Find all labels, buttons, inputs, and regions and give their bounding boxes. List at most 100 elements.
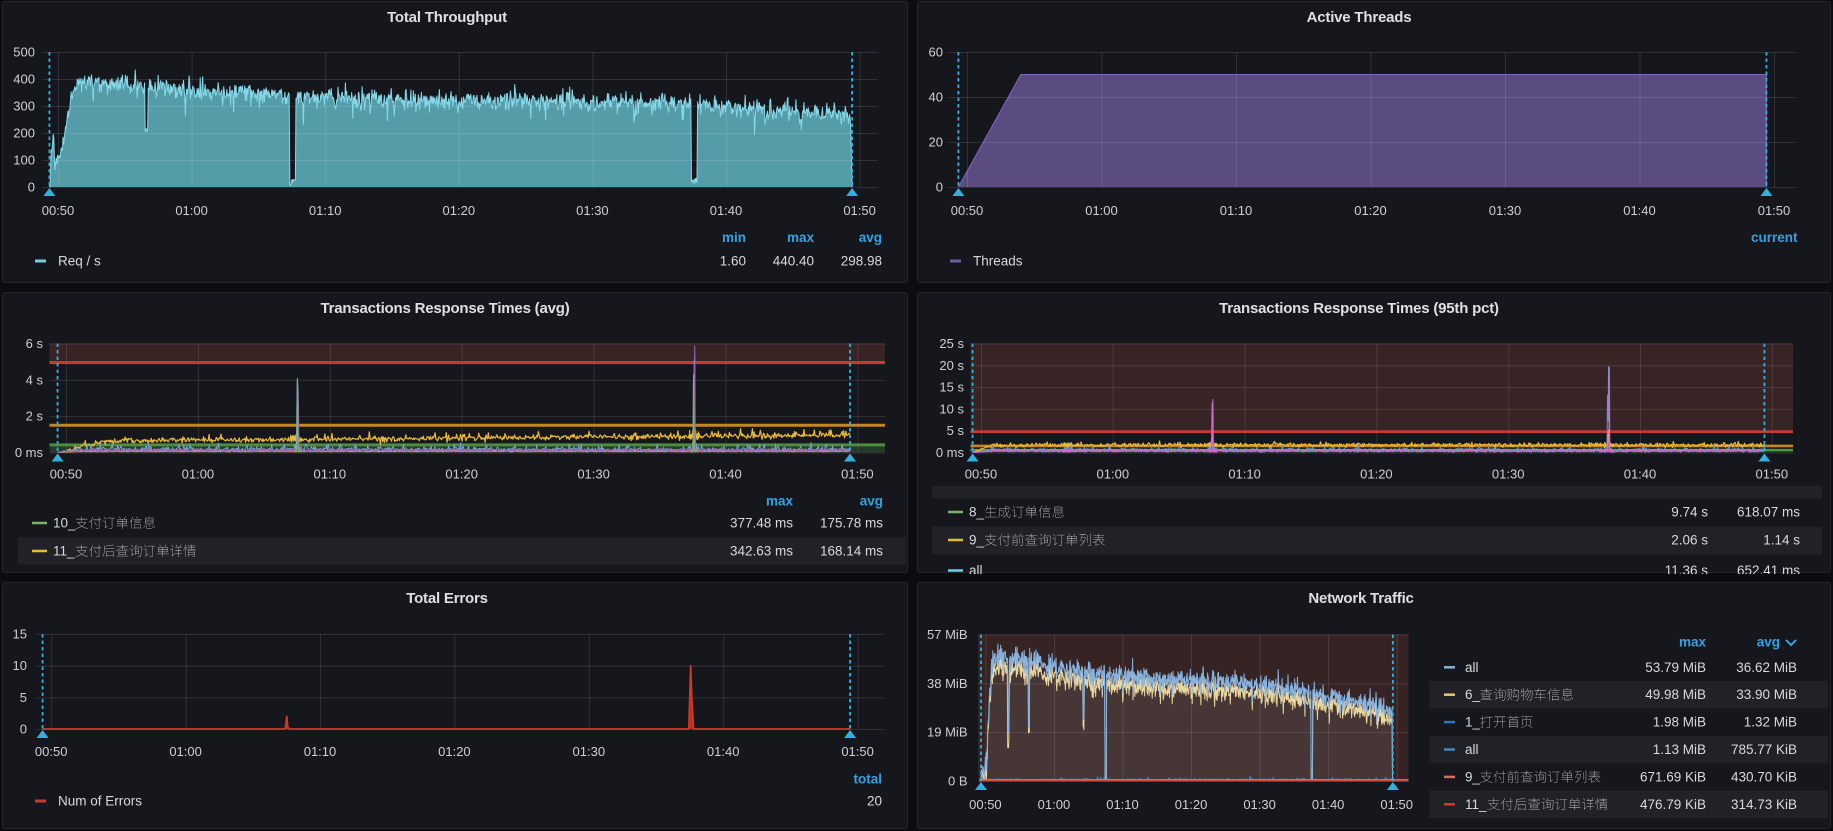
svg-text:00:50: 00:50	[969, 797, 1002, 812]
svg-text:53.79 MiB: 53.79 MiB	[1645, 660, 1706, 675]
svg-text:01:30: 01:30	[1492, 467, 1525, 482]
svg-text:440.40: 440.40	[773, 254, 814, 269]
svg-text:01:40: 01:40	[1624, 467, 1657, 482]
svg-text:6_: 6_	[1465, 687, 1481, 702]
svg-text:15 s: 15 s	[939, 380, 964, 395]
svg-text:1.60: 1.60	[720, 254, 746, 269]
svg-text:01:00: 01:00	[175, 203, 208, 218]
svg-text:max: max	[766, 494, 794, 509]
svg-text:10_: 10_	[53, 516, 76, 531]
svg-text:49.98 MiB: 49.98 MiB	[1645, 687, 1706, 702]
svg-text:01:10: 01:10	[304, 744, 337, 759]
svg-text:4 s: 4 s	[26, 372, 44, 387]
svg-text:00:50: 00:50	[951, 203, 984, 218]
svg-text:00:50: 00:50	[50, 467, 83, 482]
svg-text:00:50: 00:50	[42, 203, 75, 218]
svg-text:342.63 ms: 342.63 ms	[730, 544, 793, 559]
svg-text:01:20: 01:20	[1175, 797, 1208, 812]
svg-text:377.48 ms: 377.48 ms	[730, 516, 793, 531]
svg-text:all: all	[1465, 742, 1479, 757]
svg-text:1.32 MiB: 1.32 MiB	[1744, 715, 1797, 730]
svg-text:01:40: 01:40	[710, 203, 743, 218]
svg-text:all: all	[969, 563, 983, 574]
svg-text:01:50: 01:50	[1756, 467, 1789, 482]
svg-text:10 s: 10 s	[939, 401, 964, 416]
svg-text:01:30: 01:30	[573, 744, 606, 759]
svg-text:01:00: 01:00	[1038, 797, 1071, 812]
svg-text:785.77 KiB: 785.77 KiB	[1731, 742, 1797, 757]
svg-text:476.79 KiB: 476.79 KiB	[1640, 797, 1706, 812]
svg-text:0: 0	[20, 722, 27, 737]
svg-text:40: 40	[929, 90, 943, 105]
svg-text:01:00: 01:00	[169, 744, 202, 759]
svg-text:15: 15	[13, 627, 27, 642]
svg-text:Total Throughput: Total Throughput	[387, 9, 507, 26]
svg-text:max: max	[787, 230, 815, 245]
svg-text:Transactions Response Times (a: Transactions Response Times (avg)	[320, 300, 569, 317]
svg-text:01:50: 01:50	[843, 203, 876, 218]
svg-text:all: all	[1465, 660, 1479, 675]
svg-text:Threads: Threads	[973, 254, 1023, 269]
svg-text:0 ms: 0 ms	[15, 445, 44, 460]
svg-text:8_: 8_	[969, 505, 985, 520]
svg-text:current: current	[1751, 230, 1798, 245]
svg-text:0: 0	[936, 180, 943, 195]
svg-text:Num of Errors: Num of Errors	[58, 794, 142, 809]
svg-text:652.41 ms: 652.41 ms	[1737, 563, 1800, 574]
svg-text:01:30: 01:30	[577, 467, 610, 482]
svg-text:25 s: 25 s	[939, 336, 964, 351]
svg-text:01:00: 01:00	[1085, 203, 1118, 218]
svg-text:01:40: 01:40	[709, 467, 742, 482]
svg-text:01:40: 01:40	[707, 744, 740, 759]
svg-text:01:10: 01:10	[1220, 203, 1253, 218]
svg-text:19 MiB: 19 MiB	[927, 725, 967, 740]
svg-text:60: 60	[929, 45, 943, 60]
svg-text:01:50: 01:50	[1758, 203, 1791, 218]
svg-text:01:50: 01:50	[841, 467, 874, 482]
svg-text:38 MiB: 38 MiB	[927, 676, 967, 691]
svg-text:100: 100	[13, 153, 35, 168]
svg-text:20: 20	[929, 135, 943, 150]
svg-text:Transactions Response Times (9: Transactions Response Times (95th pct)	[1219, 300, 1499, 317]
svg-text:Network Traffic: Network Traffic	[1308, 590, 1413, 607]
svg-text:500: 500	[13, 45, 35, 60]
svg-text:avg: avg	[1757, 635, 1780, 650]
svg-text:01:30: 01:30	[1489, 203, 1522, 218]
svg-text:2.06 s: 2.06 s	[1671, 533, 1708, 548]
svg-text:2 s: 2 s	[26, 409, 44, 424]
svg-text:max: max	[1679, 635, 1707, 650]
svg-text:01:20: 01:20	[1360, 467, 1393, 482]
svg-text:1.14 s: 1.14 s	[1763, 533, 1800, 548]
svg-text:9_: 9_	[1465, 769, 1481, 784]
svg-text:11.36 s: 11.36 s	[1665, 563, 1709, 574]
svg-text:Active Threads: Active Threads	[1307, 9, 1412, 26]
svg-text:01:50: 01:50	[841, 744, 874, 759]
svg-text:1.13 MiB: 1.13 MiB	[1653, 742, 1706, 757]
svg-text:200: 200	[13, 126, 35, 141]
svg-text:Req / s: Req / s	[58, 254, 101, 269]
svg-text:01:20: 01:20	[445, 467, 478, 482]
svg-text:total: total	[854, 772, 883, 787]
svg-text:36.62 MiB: 36.62 MiB	[1736, 660, 1797, 675]
svg-text:01:30: 01:30	[576, 203, 609, 218]
svg-text:avg: avg	[859, 230, 882, 245]
svg-text:0 ms: 0 ms	[936, 445, 965, 460]
svg-text:Total Errors: Total Errors	[406, 590, 488, 607]
svg-text:01:00: 01:00	[182, 467, 215, 482]
svg-text:0 B: 0 B	[948, 774, 968, 789]
svg-text:5 s: 5 s	[947, 423, 965, 438]
svg-text:5: 5	[20, 690, 27, 705]
svg-text:01:10: 01:10	[314, 467, 347, 482]
svg-text:00:50: 00:50	[35, 744, 68, 759]
svg-text:01:40: 01:40	[1623, 203, 1656, 218]
svg-text:10: 10	[13, 658, 27, 673]
svg-text:01:30: 01:30	[1243, 797, 1276, 812]
svg-text:1_: 1_	[1465, 715, 1481, 730]
svg-text:min: min	[722, 230, 746, 245]
svg-text:01:20: 01:20	[443, 203, 476, 218]
svg-text:6 s: 6 s	[26, 336, 44, 351]
svg-text:20 s: 20 s	[939, 358, 964, 373]
svg-text:01:40: 01:40	[1312, 797, 1345, 812]
svg-text:175.78 ms: 175.78 ms	[820, 516, 883, 531]
svg-text:01:00: 01:00	[1097, 467, 1130, 482]
